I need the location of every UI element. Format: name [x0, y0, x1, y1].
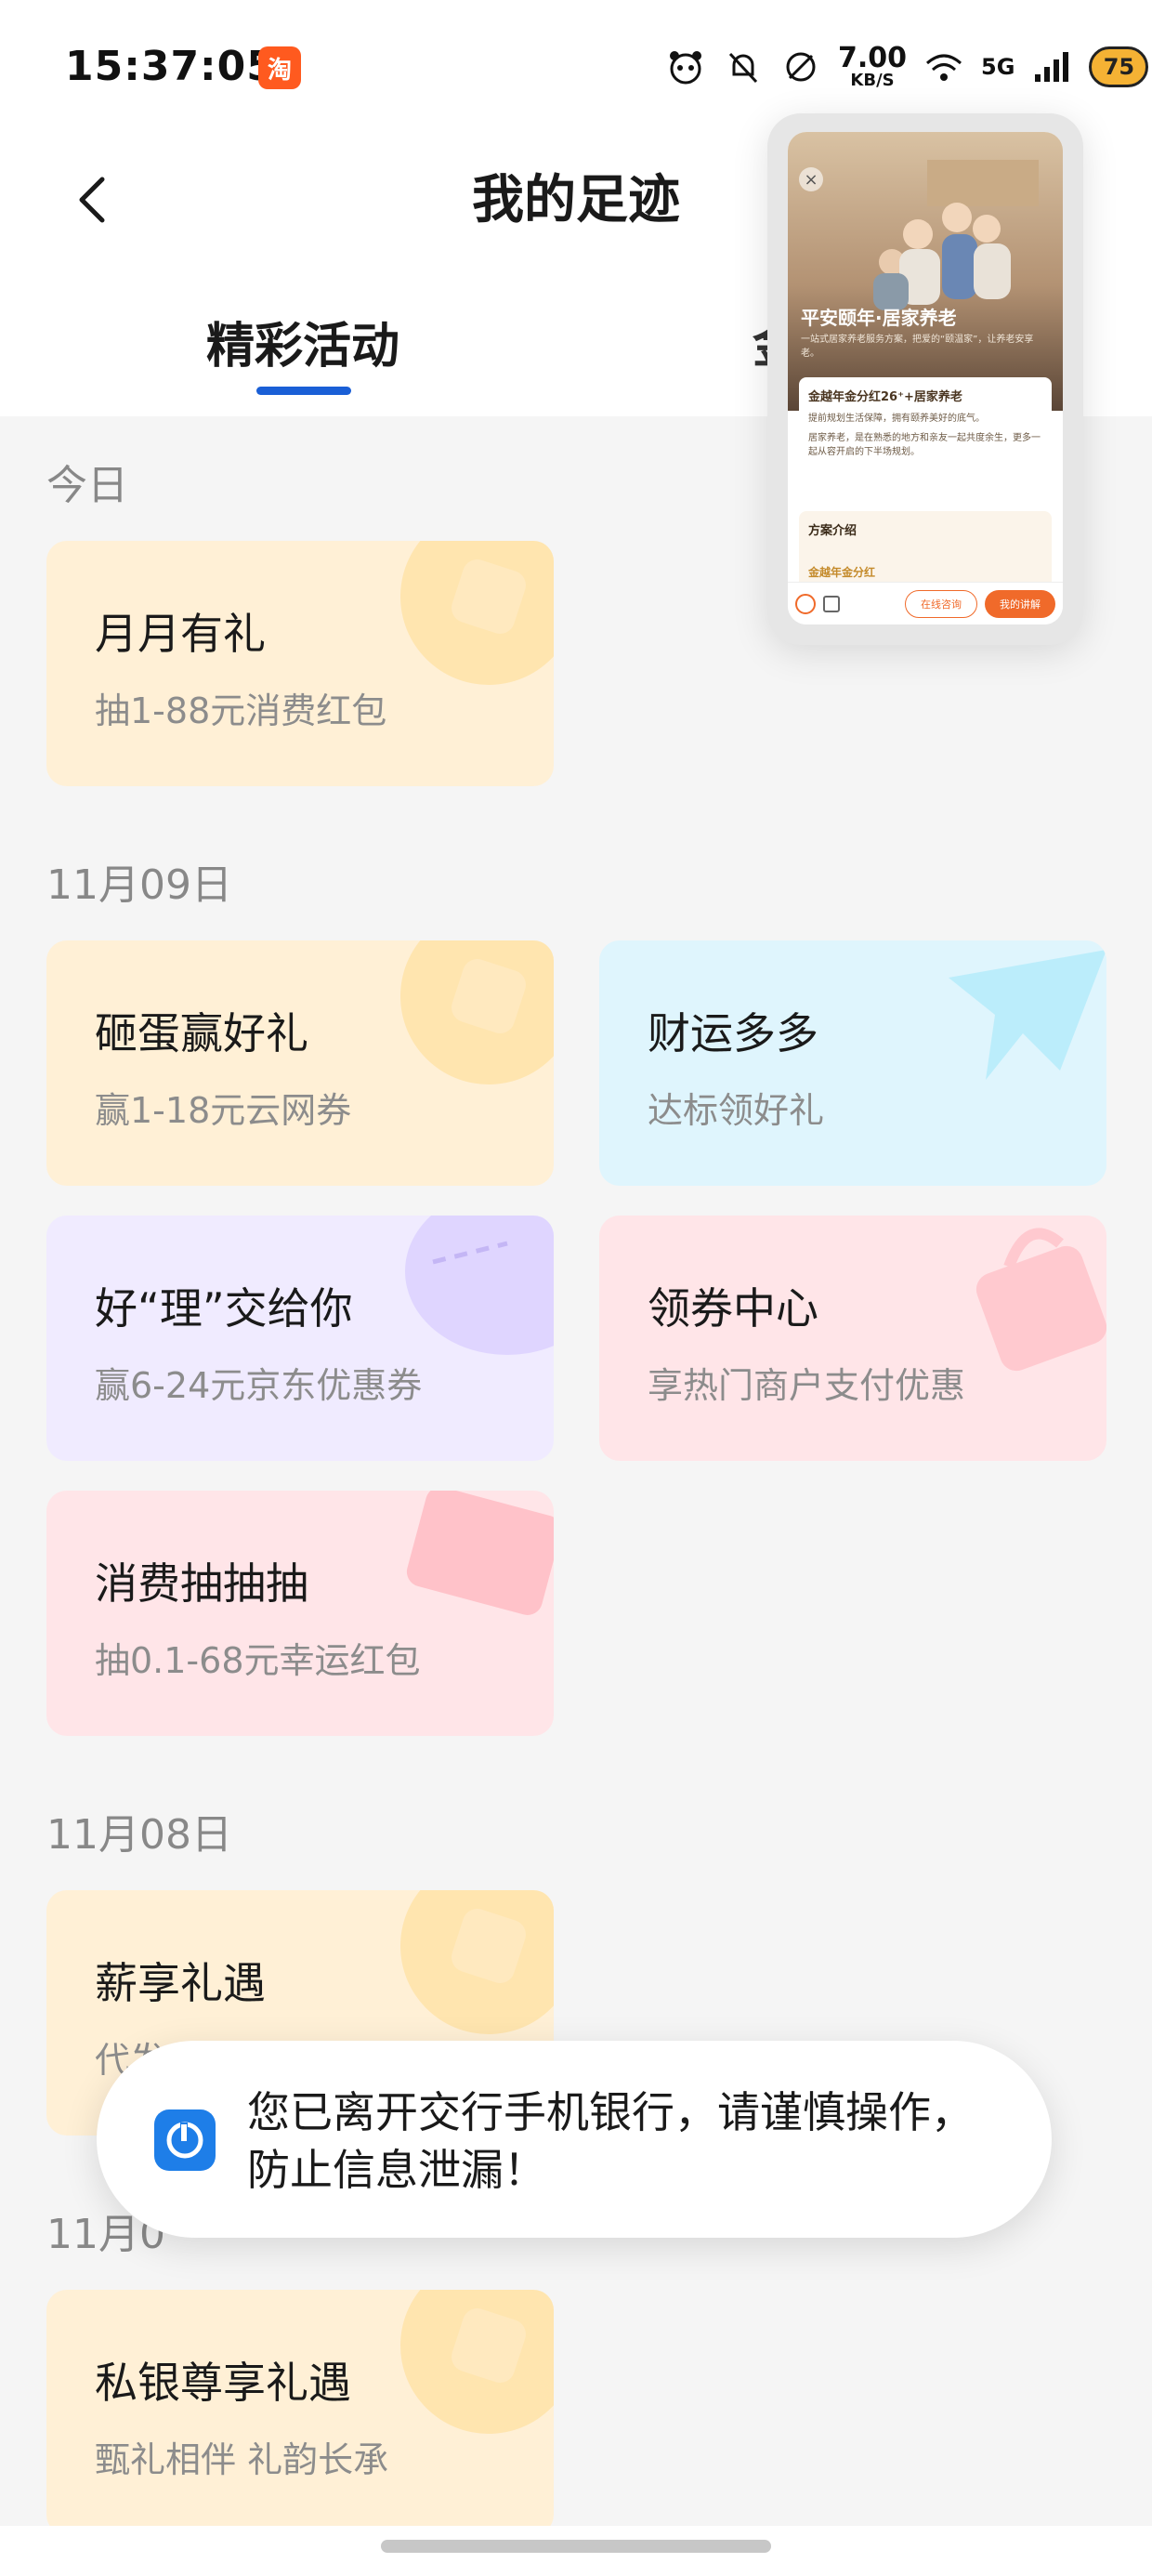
family-illustration: [873, 160, 1039, 310]
muted-bell-icon: [723, 46, 764, 87]
insurer-logo-icon: [795, 593, 816, 614]
floating-panel-line: 提前规划生活保障，拥有颐养美好的底气。: [808, 414, 985, 424]
card-title: 月月有礼: [95, 609, 266, 659]
tab-featured-activities[interactable]: 精彩活动: [206, 307, 399, 376]
card-subtitle: 抽0.1-68元幸运红包: [95, 1640, 421, 1681]
card-title: 私银尊享礼遇: [95, 2358, 351, 2408]
net-speed: 7.00 KB/S: [838, 45, 907, 89]
coin-decoration-icon: [400, 541, 554, 685]
activity-card[interactable]: 领券中心 享热门商户支付优惠: [599, 1216, 1106, 1461]
card-title: 消费抽抽抽: [95, 1558, 308, 1609]
activity-card[interactable]: 消费抽抽抽 抽0.1-68元幸运红包: [46, 1491, 554, 1736]
leave-app-toast: 您已离开交行手机银行，请谨慎操作，防止信息泄漏！: [97, 2041, 1052, 2238]
activity-card[interactable]: 月月有礼 抽1-88元消费红包: [46, 541, 554, 786]
bocom-logo-icon: [154, 2109, 216, 2171]
activity-card[interactable]: 砸蛋赢好礼 赢1-18元云网券: [46, 940, 554, 1186]
activity-card[interactable]: 私银尊享礼遇 甄礼相伴 礼韵长承: [46, 2290, 554, 2535]
activity-card[interactable]: 好“理”交给你 赢6-24元京东优惠券: [46, 1216, 554, 1461]
card-subtitle: 抽1-88元消费红包: [95, 690, 387, 731]
card-title: 好“理”交给你: [95, 1283, 353, 1334]
battery-indicator: 75: [1089, 46, 1149, 87]
paper-plane-decoration-icon: [949, 950, 1106, 1080]
card-subtitle: 享热门商户支付优惠: [648, 1365, 966, 1406]
status-bar: 15:37:05 淘 7.00 KB/S 5G 75: [0, 0, 1152, 130]
card-title: 财运多多: [648, 1008, 818, 1058]
family-photo: [788, 132, 1063, 411]
tab-active-indicator: [256, 387, 351, 395]
card-subtitle: 甄礼相伴 礼韵长承: [95, 2439, 389, 2480]
signal-icon: [1031, 46, 1072, 87]
floating-panel-title: 金越年金分红26⁺+居家养老: [808, 390, 962, 404]
date-label: 今日: [46, 462, 128, 509]
floating-video-window[interactable]: × 平安颐年·居家养老 一站式居家养老服务方案，把爱的“颐温家”，让养老安享老。…: [767, 113, 1083, 645]
floating-caption: 平安颐年·居家养老: [801, 307, 957, 329]
date-label: 11月09日: [46, 861, 232, 909]
activity-card[interactable]: 财运多多 达标领好礼: [599, 940, 1106, 1186]
floating-caption-sub: 一站式居家养老服务方案，把爱的“颐温家”，让养老安享老。: [801, 335, 1034, 359]
network-type: 5G: [981, 54, 1015, 80]
card-title: 砸蛋赢好礼: [95, 1008, 308, 1058]
floating-panel-line: 居家养老，是在熟悉的地方和亲友一起共度余生，更多一起从容开启的下半场规划。: [808, 433, 1041, 457]
net-speed-unit: KB/S: [850, 71, 895, 90]
coin-decoration-icon: [400, 2290, 554, 2434]
share-icon[interactable]: [823, 595, 840, 612]
floating-section-title: 方案介绍: [808, 524, 857, 538]
card-title: 领券中心: [648, 1283, 818, 1334]
home-indicator[interactable]: [381, 2540, 771, 2553]
card-subtitle: 赢6-24元京东优惠券: [95, 1365, 423, 1406]
coin-decoration-icon: [400, 940, 554, 1084]
card-subtitle: 达标领好礼: [648, 1090, 825, 1131]
net-speed-value: 7.00: [838, 42, 908, 74]
wifi-icon: [923, 46, 964, 87]
floating-info-panel: 金越年金分红26⁺+居家养老 提前规划生活保障，拥有颐养美好的底气。 居家养老，…: [799, 377, 1052, 504]
location-off-icon: [780, 46, 821, 87]
date-label: 11月08日: [46, 1811, 232, 1859]
status-time: 15:37:05: [65, 43, 276, 90]
panda-icon: [665, 46, 706, 87]
toast-message: 您已离开交行手机银行，请谨慎操作，防止信息泄漏！: [247, 2087, 974, 2195]
floating-section-sub: 金越年金分红: [808, 566, 876, 579]
online-consult-button[interactable]: 在线咨询: [905, 589, 977, 618]
status-icons: 7.00 KB/S 5G 75: [665, 41, 1149, 93]
floating-window-screen: × 平安颐年·居家养老 一站式居家养老服务方案，把爱的“颐温家”，让养老安享老。…: [788, 132, 1063, 624]
my-explanation-button[interactable]: 我的讲解: [985, 589, 1055, 618]
card-title: 薪享礼遇: [95, 1958, 266, 2008]
taobao-notification-icon: 淘: [258, 46, 301, 89]
floating-window-close-icon[interactable]: ×: [799, 167, 823, 191]
floating-bottom-bar: 在线咨询 我的讲解: [788, 582, 1063, 624]
card-subtitle: 赢1-18元云网券: [95, 1090, 352, 1131]
